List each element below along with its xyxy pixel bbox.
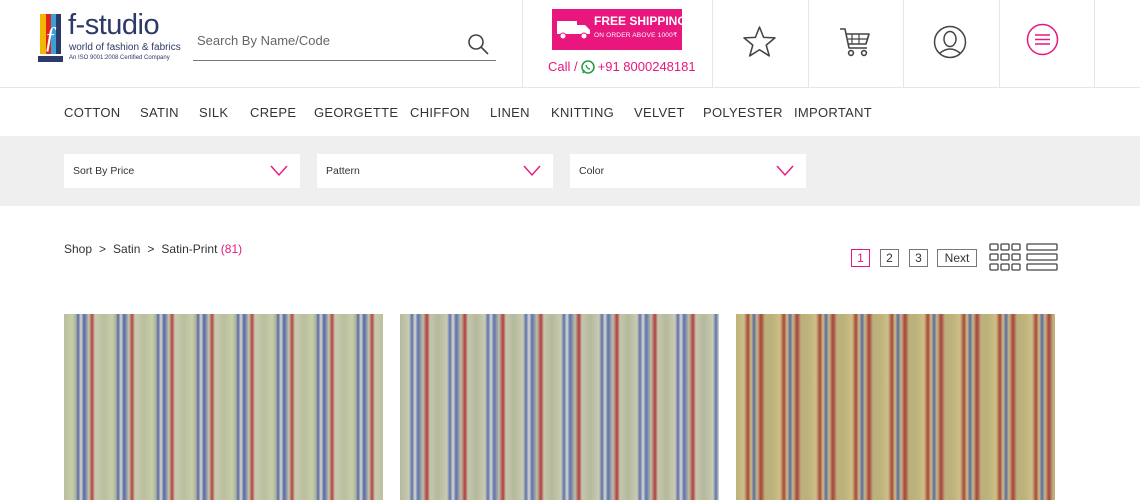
breadcrumb-current: Satin-Print bbox=[161, 242, 218, 256]
header-divider bbox=[808, 0, 809, 88]
shipping-title: FREE SHIPPING bbox=[594, 14, 687, 28]
category-crepe[interactable]: CREPE bbox=[250, 105, 296, 120]
category-cotton[interactable]: COTTON bbox=[64, 105, 120, 120]
category-knitting[interactable]: KNITTING bbox=[551, 105, 614, 120]
page-2-button[interactable]: 2 bbox=[880, 249, 899, 267]
grid-view-icon[interactable] bbox=[989, 243, 1021, 272]
product-card-image[interactable] bbox=[64, 314, 383, 500]
whatsapp-icon bbox=[580, 59, 595, 74]
truck-icon bbox=[557, 21, 590, 40]
shipping-subtitle: ON ORDER ABOVE 1000₹ bbox=[594, 32, 678, 39]
chevron-down-icon bbox=[523, 165, 541, 177]
cart-icon[interactable] bbox=[838, 25, 872, 59]
sort-by-price-dropdown[interactable]: Sort By Price bbox=[64, 154, 300, 188]
filter-bar: Sort By Price Pattern Color bbox=[0, 136, 1140, 206]
category-linen[interactable]: LINEN bbox=[490, 105, 530, 120]
category-georgette[interactable]: GEORGETTE bbox=[314, 105, 398, 120]
header-divider bbox=[903, 0, 904, 88]
page-3-button[interactable]: 3 bbox=[909, 249, 928, 267]
color-dropdown[interactable]: Color bbox=[570, 154, 806, 188]
call-label: Call / bbox=[548, 59, 578, 74]
next-page-button[interactable]: Next bbox=[937, 249, 977, 267]
category-satin[interactable]: SATIN bbox=[140, 105, 179, 120]
user-icon[interactable] bbox=[933, 25, 967, 59]
breadcrumb: Shop > Satin > Satin-Print (81) bbox=[64, 242, 242, 256]
header-divider bbox=[712, 0, 713, 88]
category-nav: COTTON SATIN SILK CREPE GEORGETTE CHIFFO… bbox=[0, 89, 1140, 136]
filter-label: Color bbox=[579, 165, 605, 177]
category-chiffon[interactable]: CHIFFON bbox=[410, 105, 470, 120]
star-icon[interactable] bbox=[743, 25, 776, 58]
page-1-button[interactable]: 1 bbox=[851, 249, 870, 267]
header-divider bbox=[522, 0, 523, 88]
chevron-down-icon bbox=[270, 165, 288, 177]
product-card-image[interactable] bbox=[400, 314, 719, 500]
menu-icon[interactable] bbox=[1026, 23, 1059, 56]
pattern-dropdown[interactable]: Pattern bbox=[317, 154, 553, 188]
chevron-down-icon bbox=[776, 165, 794, 177]
free-shipping-banner: FREE SHIPPING ON ORDER ABOVE 1000₹ bbox=[552, 9, 687, 50]
filter-label: Pattern bbox=[326, 165, 360, 177]
breadcrumb-separator: > bbox=[147, 242, 155, 256]
filter-label: Sort By Price bbox=[73, 165, 135, 177]
category-polyester[interactable]: POLYESTER bbox=[703, 105, 783, 120]
logo-tagline: world of fashion & fabrics bbox=[69, 42, 181, 53]
logo-title: f-studio bbox=[68, 9, 160, 41]
category-silk[interactable]: SILK bbox=[199, 105, 228, 120]
search-box bbox=[193, 22, 496, 61]
search-input[interactable] bbox=[197, 28, 457, 52]
list-view-icon[interactable] bbox=[1026, 243, 1058, 272]
category-important[interactable]: IMPORTANT bbox=[794, 105, 872, 120]
product-card-image[interactable] bbox=[736, 314, 1055, 500]
breadcrumb-separator: > bbox=[99, 242, 107, 256]
search-icon[interactable] bbox=[466, 32, 490, 56]
header-divider bbox=[999, 0, 1000, 88]
site-header: f f-studio world of fashion & fabrics An… bbox=[0, 0, 1140, 88]
call-info[interactable]: Call / +91 8000248181 bbox=[548, 59, 696, 74]
call-phone: +91 8000248181 bbox=[597, 59, 696, 74]
breadcrumb-shop[interactable]: Shop bbox=[64, 242, 92, 256]
logo-mark-icon: f bbox=[38, 12, 63, 62]
product-count: (81) bbox=[220, 242, 243, 256]
header-divider bbox=[1094, 0, 1095, 88]
site-logo[interactable]: f f-studio world of fashion & fabrics An… bbox=[38, 9, 183, 64]
logo-iso-note: An ISO 9001:2008 Certified Company bbox=[69, 55, 170, 61]
category-velvet[interactable]: VELVET bbox=[634, 105, 685, 120]
breadcrumb-satin[interactable]: Satin bbox=[113, 242, 140, 256]
